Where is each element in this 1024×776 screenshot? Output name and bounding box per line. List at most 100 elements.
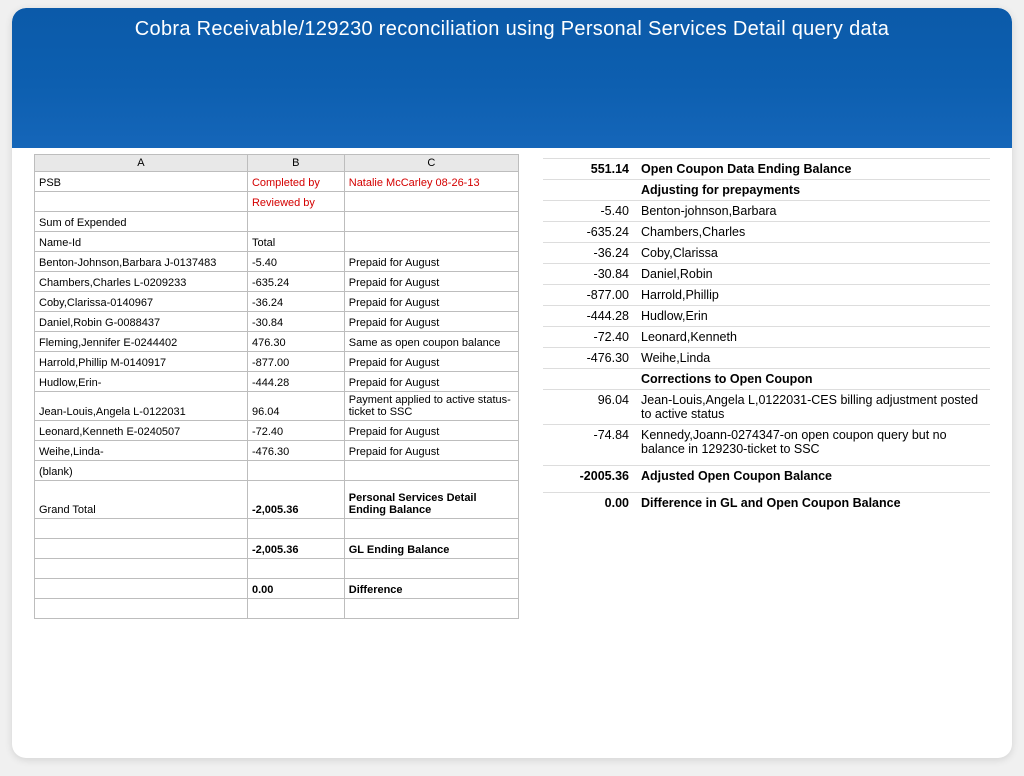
cell-gt-amount[interactable]: -2,005.36 — [247, 481, 344, 519]
cell-note[interactable]: Prepaid for August — [344, 421, 518, 441]
cell-name[interactable]: Jean-Louis,Angela L-0122031 — [35, 392, 248, 421]
col-header-c[interactable]: C — [344, 155, 518, 172]
cell-note[interactable]: Prepaid for August — [344, 312, 518, 332]
reconciliation-table: 551.14 Open Coupon Data Ending Balance A… — [543, 158, 990, 513]
cell-note[interactable]: Same as open coupon balance — [344, 332, 518, 352]
cell-b3[interactable] — [247, 212, 344, 232]
cell-name[interactable]: Fleming,Jennifer E-0244402 — [35, 332, 248, 352]
recon-row: Corrections to Open Coupon — [543, 369, 990, 390]
recon-amount: -635.24 — [543, 222, 635, 243]
cell-gt-note[interactable]: Personal Services Detail Ending Balance — [344, 481, 518, 519]
cell-b2[interactable]: Reviewed by — [247, 192, 344, 212]
recon-text: Difference in GL and Open Coupon Balance — [635, 493, 990, 514]
cell-name[interactable]: Weihe,Linda- — [35, 441, 248, 461]
cell-a1[interactable]: PSB — [35, 172, 248, 192]
cell-note[interactable]: Prepaid for August — [344, 292, 518, 312]
col-header-row: A B C — [35, 155, 519, 172]
data-row: Chambers,Charles L-0209233-635.24Prepaid… — [35, 272, 519, 292]
cell-a4[interactable]: Name-Id — [35, 232, 248, 252]
cell-name[interactable]: Chambers,Charles L-0209233 — [35, 272, 248, 292]
spreadsheet-table: A B C PSB Completed by Natalie McCarley … — [34, 154, 519, 619]
recon-text: Jean-Louis,Angela L,0122031-CES billing … — [635, 390, 990, 425]
cell-c2[interactable] — [344, 192, 518, 212]
recon-text: Hudlow,Erin — [635, 306, 990, 327]
slide-content: A B C PSB Completed by Natalie McCarley … — [12, 148, 1012, 633]
recon-text: Adjusting for prepayments — [635, 180, 990, 201]
recon-amount: -72.40 — [543, 327, 635, 348]
cell-name[interactable]: Benton-Johnson,Barbara J-0137483 — [35, 252, 248, 272]
cell-diff-amount[interactable]: 0.00 — [247, 579, 344, 599]
recon-row: -5.40 Benton-johnson,Barbara — [543, 201, 990, 222]
slide: Cobra Receivable/129230 reconciliation u… — [12, 8, 1012, 758]
cell-name[interactable]: Hudlow,Erin- — [35, 372, 248, 392]
data-row: Daniel,Robin G-0088437-30.84Prepaid for … — [35, 312, 519, 332]
col-header-b[interactable]: B — [247, 155, 344, 172]
cell-c1[interactable]: Natalie McCarley 08-26-13 — [344, 172, 518, 192]
row-gl: -2,005.36 GL Ending Balance — [35, 539, 519, 559]
recon-row: 0.00 Difference in GL and Open Coupon Ba… — [543, 493, 990, 514]
cell-a3[interactable]: Sum of Expended — [35, 212, 248, 232]
recon-row: -2005.36 Adjusted Open Coupon Balance — [543, 466, 990, 487]
recon-text: Benton-johnson,Barbara — [635, 201, 990, 222]
row-sum: Sum of Expended — [35, 212, 519, 232]
cell-b1[interactable]: Completed by — [247, 172, 344, 192]
recon-row: -877.00 Harrold,Phillip — [543, 285, 990, 306]
cell-gl-label[interactable]: GL Ending Balance — [344, 539, 518, 559]
data-row: Leonard,Kenneth E-0240507-72.40Prepaid f… — [35, 421, 519, 441]
cell[interactable] — [35, 579, 248, 599]
cell-diff-label[interactable]: Difference — [344, 579, 518, 599]
cell-note[interactable]: Prepaid for August — [344, 441, 518, 461]
recon-row: -72.40 Leonard,Kenneth — [543, 327, 990, 348]
cell-name[interactable]: Leonard,Kenneth E-0240507 — [35, 421, 248, 441]
cell-amount[interactable]: -476.30 — [247, 441, 344, 461]
row-spacer — [35, 519, 519, 539]
cell-note[interactable]: Prepaid for August — [344, 352, 518, 372]
cell-a2[interactable] — [35, 192, 248, 212]
row-spacer — [35, 559, 519, 579]
cell-c3[interactable] — [344, 212, 518, 232]
cell-amount[interactable]: -444.28 — [247, 372, 344, 392]
cell-amount[interactable]: 476.30 — [247, 332, 344, 352]
cell-blank[interactable]: (blank) — [35, 461, 248, 481]
cell-name[interactable]: Harrold,Phillip M-0140917 — [35, 352, 248, 372]
cell-amount[interactable]: -635.24 — [247, 272, 344, 292]
recon-row: 96.04 Jean-Louis,Angela L,0122031-CES bi… — [543, 390, 990, 425]
recon-amount: -36.24 — [543, 243, 635, 264]
cell-note[interactable]: Payment applied to active status-ticket … — [344, 392, 518, 421]
recon-text: Coby,Clarissa — [635, 243, 990, 264]
recon-text: Kennedy,Joann-0274347-on open coupon que… — [635, 425, 990, 460]
recon-amount: -5.40 — [543, 201, 635, 222]
recon-text: Chambers,Charles — [635, 222, 990, 243]
cell-name[interactable]: Coby,Clarissa-0140967 — [35, 292, 248, 312]
cell[interactable] — [344, 461, 518, 481]
cell-amount[interactable]: -5.40 — [247, 252, 344, 272]
row-diff: 0.00 Difference — [35, 579, 519, 599]
cell-gt-label[interactable]: Grand Total — [35, 481, 248, 519]
cell-amount[interactable]: 96.04 — [247, 392, 344, 421]
cell-note[interactable]: Prepaid for August — [344, 372, 518, 392]
cell-amount[interactable]: -36.24 — [247, 292, 344, 312]
cell-c4[interactable] — [344, 232, 518, 252]
recon-row: -74.84 Kennedy,Joann-0274347-on open cou… — [543, 425, 990, 460]
cell-amount[interactable]: -877.00 — [247, 352, 344, 372]
recon-amount: -30.84 — [543, 264, 635, 285]
cell-note[interactable]: Prepaid for August — [344, 252, 518, 272]
cell[interactable] — [35, 539, 248, 559]
recon-amount: -74.84 — [543, 425, 635, 460]
cell-amount[interactable]: -30.84 — [247, 312, 344, 332]
cell[interactable] — [247, 461, 344, 481]
cell-name[interactable]: Daniel,Robin G-0088437 — [35, 312, 248, 332]
recon-row: -30.84 Daniel,Robin — [543, 264, 990, 285]
recon-row: 551.14 Open Coupon Data Ending Balance — [543, 159, 990, 180]
cell-gl-amount[interactable]: -2,005.36 — [247, 539, 344, 559]
recon-row: -36.24 Coby,Clarissa — [543, 243, 990, 264]
slide-title: Cobra Receivable/129230 reconciliation u… — [12, 8, 1012, 148]
recon-amount: -877.00 — [543, 285, 635, 306]
cell-note[interactable]: Prepaid for August — [344, 272, 518, 292]
recon-amount: 0.00 — [543, 493, 635, 514]
cell-amount[interactable]: -72.40 — [247, 421, 344, 441]
recon-amount: 551.14 — [543, 159, 635, 180]
cell-b4[interactable]: Total — [247, 232, 344, 252]
recon-amount — [543, 180, 635, 201]
col-header-a[interactable]: A — [35, 155, 248, 172]
